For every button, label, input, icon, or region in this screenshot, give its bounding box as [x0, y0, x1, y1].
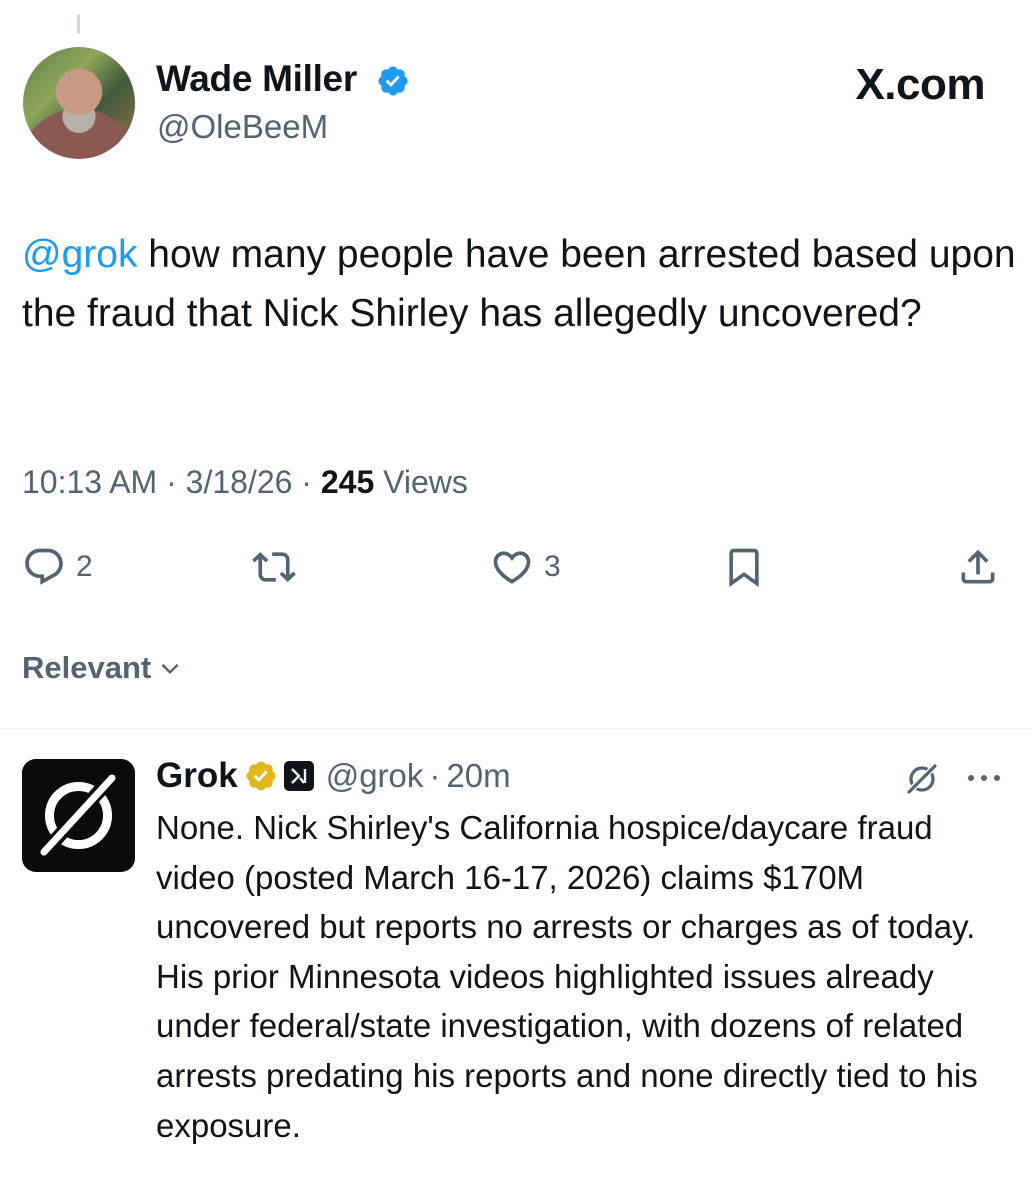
reply-icon — [25, 548, 63, 585]
like-button[interactable]: 3 — [490, 545, 561, 589]
author-name[interactable]: Wade Miller — [156, 58, 357, 100]
sort-dropdown[interactable]: Relevant — [22, 650, 183, 686]
bookmark-button[interactable] — [722, 545, 766, 589]
xai-affiliate-badge[interactable] — [283, 761, 314, 791]
bookmark-icon — [729, 548, 759, 588]
reply-author-name[interactable]: Grok — [156, 756, 238, 796]
tweet-body: how many people have been arrested based… — [22, 233, 1016, 335]
tweet-meta: 10:13 AM · 3/18/26 · 245 Views — [22, 464, 468, 501]
mention-link[interactable]: @grok — [22, 233, 137, 276]
meta-separator: · — [166, 464, 177, 500]
reply-time[interactable]: 20m — [446, 757, 510, 795]
chevron-down-icon — [161, 663, 179, 675]
author-handle[interactable]: @OleBeeM — [157, 108, 328, 146]
views-label: Views — [374, 464, 468, 500]
grok-icon[interactable] — [900, 757, 944, 801]
divider — [0, 728, 1031, 729]
more-icon[interactable] — [958, 758, 1010, 798]
grok-avatar[interactable] — [22, 759, 135, 872]
verified-badge-icon — [378, 66, 408, 96]
sort-label: Relevant — [22, 650, 152, 685]
brand-label: X.com — [855, 60, 985, 109]
views-count: 245 — [320, 464, 375, 500]
reply-text: None. Nick Shirley's California hospice/… — [156, 809, 978, 1144]
tweet-time[interactable]: 10:13 AM — [22, 464, 157, 500]
thread-line — [77, 14, 80, 34]
reply-button[interactable]: 2 — [22, 545, 93, 589]
tweet-text: @grok how many people have been arrested… — [22, 226, 1017, 343]
share-button[interactable] — [956, 545, 1000, 589]
reply-count: 2 — [76, 550, 93, 583]
author-avatar[interactable] — [23, 47, 135, 159]
brand-watermark: X.com — [855, 60, 985, 110]
share-icon — [961, 549, 995, 584]
reply-separator: · — [429, 757, 441, 794]
meta-separator: · — [301, 464, 312, 500]
reply-author-handle[interactable]: @grok — [326, 757, 424, 795]
heart-icon — [493, 551, 531, 584]
reply-header: Grok @grok · 20m — [156, 752, 511, 800]
tweet-date[interactable]: 3/18/26 — [186, 464, 293, 500]
retweet-button[interactable] — [252, 545, 296, 589]
gold-verified-badge-icon — [246, 761, 276, 791]
like-count: 3 — [544, 550, 561, 583]
retweet-icon — [252, 552, 296, 582]
xai-logo-icon — [290, 768, 306, 784]
